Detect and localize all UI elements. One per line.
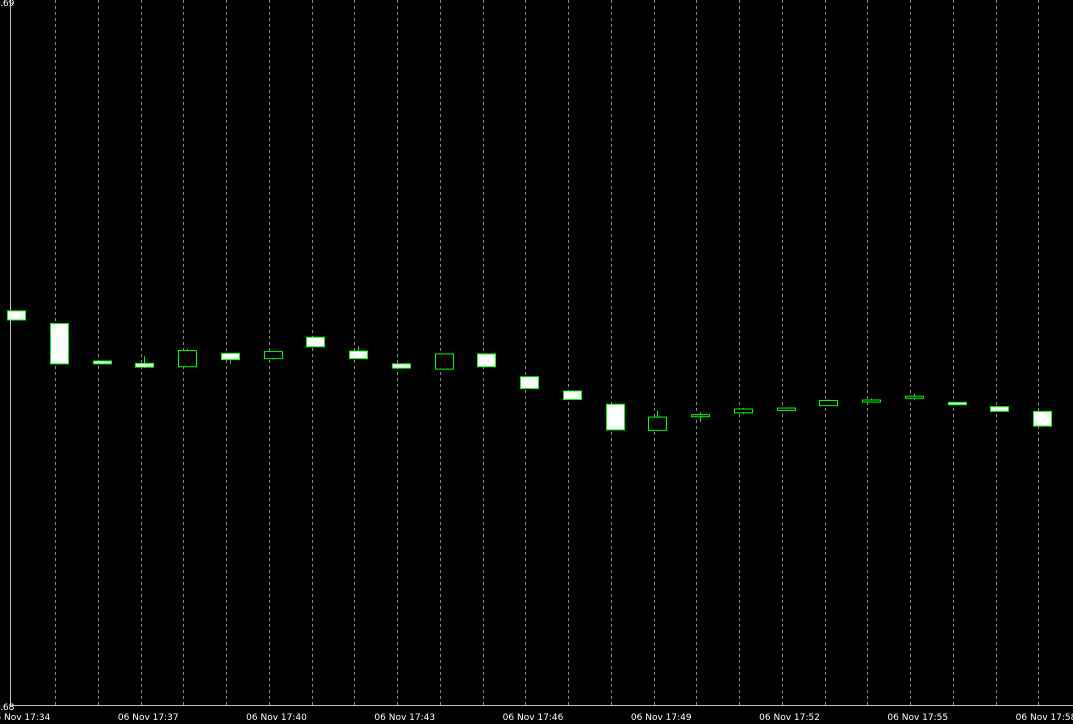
candle-body-bearish [7,310,26,321]
x-tick-label: 06 Nov 17:55 [887,713,948,723]
candle [777,407,796,412]
candle-body-bearish [93,360,112,365]
candle [563,390,582,400]
candle [948,401,967,406]
chart-background [0,0,1073,724]
candle [606,403,625,431]
candle-body-bullish [435,353,454,370]
candle-body-bearish [392,363,411,369]
candle-body-bearish [520,376,539,390]
candle [264,351,283,360]
candle-body-bearish [563,390,582,400]
y-tick-label-bottom: .68 [0,703,15,713]
chart-area: .69 .68 06 Nov 17:34 06 Nov 17:37 06 Nov 1… [0,0,1073,724]
candle [819,399,838,407]
candle-body-bullish [777,407,796,411]
candle-body-bullish [691,414,710,418]
candle [435,353,454,370]
x-tick-label: 06 Nov 17:40 [246,713,307,723]
candle-body-bearish [948,401,967,406]
x-tick-label: 06 Nov 17:46 [503,713,564,723]
candle [520,376,539,390]
candle [178,348,197,368]
candle-body-bearish [606,403,625,431]
candle-body-bearish [1033,410,1052,427]
y-tick-label-top: .69 [0,0,15,9]
candlestick-chart: .69 .68 06 Nov 17:34 06 Nov 17:37 06 Nov 1… [0,0,1073,724]
candle-body-bullish [264,351,283,360]
candle [734,408,753,415]
candle-body-bearish [306,336,325,348]
candle [93,360,112,365]
candle-body-bullish [734,408,753,414]
candle-body-bullish [178,350,197,368]
candle-body-bearish [221,352,240,361]
candle-body-bullish [862,399,881,403]
candle-body-bearish [349,350,368,360]
x-tick-label: 06 Nov 17:34 [0,713,51,723]
candle [7,310,26,321]
candle-body-bullish [905,395,924,399]
candle-body-bearish [990,406,1009,412]
x-tick-label: 06 Nov 17:58 [1016,713,1073,723]
candle-body-bearish [135,362,154,368]
x-tick-label: 06 Nov 17:49 [631,713,692,723]
candle-body-bearish [50,323,69,365]
x-tick-label: 06 Nov 17:52 [759,713,820,723]
candle [477,353,496,368]
candle-body-bearish [477,353,496,368]
candle-body-bullish [648,416,667,431]
candle [1033,410,1052,427]
candle [392,363,411,369]
candle [50,323,69,365]
candle-body-bullish [819,399,838,407]
candle [990,406,1009,412]
candle [306,336,325,348]
x-tick-label: 06 Nov 17:43 [374,713,435,723]
x-tick-label: 06 Nov 17:37 [118,713,179,723]
